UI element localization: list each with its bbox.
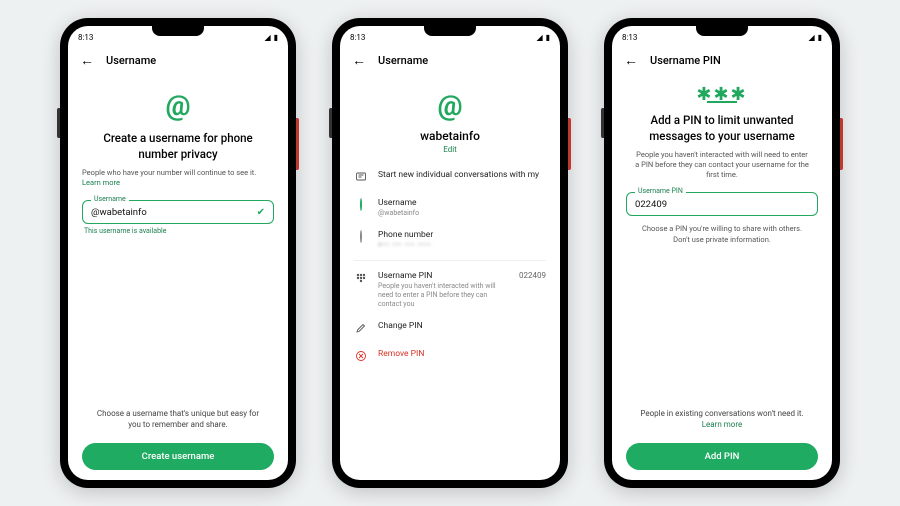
option-sub: +•• ••• ••• •••• xyxy=(378,241,546,250)
option-sub: @wabetainfo xyxy=(378,209,546,218)
divider xyxy=(354,260,546,261)
username-pin-row[interactable]: Username PIN People you haven't interact… xyxy=(354,265,546,315)
page-heading: Add a PIN to limit unwanted messages to … xyxy=(632,113,812,144)
pin-icon: ✱✱✱ xyxy=(626,91,818,103)
battery-icon: ▮ xyxy=(818,33,822,42)
signal-icon: ◢ xyxy=(264,33,270,42)
screen-username-settings: 8:13 ◢ ▮ ← Username @ wabetainfo Edit St… xyxy=(340,26,560,480)
change-pin-row[interactable]: Change PIN xyxy=(354,315,546,343)
at-icon: @ xyxy=(354,87,546,123)
status-time: 8:13 xyxy=(622,33,637,42)
notch xyxy=(152,26,204,36)
chat-icon xyxy=(354,171,368,186)
row-title: Username PIN xyxy=(378,271,509,281)
status-icons: ◢ ▮ xyxy=(536,33,550,42)
option-title: Phone number xyxy=(378,230,546,240)
option-title: Username xyxy=(378,198,546,208)
add-pin-button[interactable]: Add PIN xyxy=(626,443,818,470)
radio-unselected-icon xyxy=(360,230,362,243)
phone-mockup-3: 8:13 ◢ ▮ ← Username PIN ✱✱✱ Add a PIN to… xyxy=(604,18,840,488)
pin-field[interactable]: Username PIN 022409 xyxy=(626,192,818,216)
field-label: Username PIN xyxy=(635,187,686,195)
row-desc: People you haven't interacted with will … xyxy=(378,282,509,309)
appbar-title: Username xyxy=(378,54,428,67)
appbar-title: Username PIN xyxy=(650,54,721,67)
app-bar: ← Username xyxy=(68,46,288,75)
screen-add-pin: 8:13 ◢ ▮ ← Username PIN ✱✱✱ Add a PIN to… xyxy=(612,26,832,480)
section-header-row: Start new individual conversations with … xyxy=(354,164,546,192)
app-bar: ← Username PIN xyxy=(612,46,832,75)
back-button[interactable]: ← xyxy=(352,52,366,69)
content-area: @ wabetainfo Edit Start new individual c… xyxy=(340,75,560,480)
signal-icon: ◢ xyxy=(808,33,814,42)
appbar-title: Username xyxy=(106,54,156,67)
content-area: @ Create a username for phone number pri… xyxy=(68,75,288,480)
at-icon: @ xyxy=(82,87,274,123)
row-title: Change PIN xyxy=(378,321,546,331)
page-subtext: People you haven't interacted with will … xyxy=(634,150,810,180)
status-time: 8:13 xyxy=(78,33,93,42)
battery-icon: ▮ xyxy=(274,33,278,42)
pencil-icon xyxy=(354,322,368,337)
phone-mockup-2: 8:13 ◢ ▮ ← Username @ wabetainfo Edit St… xyxy=(332,18,568,488)
section-title: Start new individual conversations with … xyxy=(378,170,546,180)
notch xyxy=(424,26,476,36)
content-area: ✱✱✱ Add a PIN to limit unwanted messages… xyxy=(612,75,832,480)
screen-create-username: 8:13 ◢ ▮ ← Username @ Create a username … xyxy=(68,26,288,480)
username-input[interactable]: @wabetainfo xyxy=(91,207,147,218)
check-icon: ✔ xyxy=(257,207,265,218)
edit-link[interactable]: Edit xyxy=(354,145,546,154)
remove-pin-row[interactable]: Remove PIN xyxy=(354,343,546,371)
notch xyxy=(696,26,748,36)
keypad-icon xyxy=(354,272,368,287)
option-username[interactable]: Username @wabetainfo xyxy=(354,192,546,224)
learn-more-link[interactable]: Learn more xyxy=(702,420,742,429)
row-title: Remove PIN xyxy=(378,349,546,359)
battery-icon: ▮ xyxy=(546,33,550,42)
status-time: 8:13 xyxy=(350,33,365,42)
status-icons: ◢ ▮ xyxy=(264,33,278,42)
availability-hint: This username is available xyxy=(84,227,272,235)
page-heading: Create a username for phone number priva… xyxy=(88,131,268,162)
phone-mockup-1: 8:13 ◢ ▮ ← Username @ Create a username … xyxy=(60,18,296,488)
footer-note: Choose a username that's unique but easy… xyxy=(90,409,266,431)
choose-note: Choose a PIN you're willing to share wit… xyxy=(634,224,810,244)
pin-value: 022409 xyxy=(519,271,546,280)
footer-note: People in existing conversations won't n… xyxy=(634,409,810,431)
status-icons: ◢ ▮ xyxy=(808,33,822,42)
create-username-button[interactable]: Create username xyxy=(82,443,274,470)
field-label: Username xyxy=(91,195,129,203)
option-phone[interactable]: Phone number +•• ••• ••• •••• xyxy=(354,224,546,256)
pin-input[interactable]: 022409 xyxy=(635,199,667,210)
back-button[interactable]: ← xyxy=(624,52,638,69)
page-subtext: People who have your number will continu… xyxy=(82,168,274,188)
username-field[interactable]: Username @wabetainfo ✔ xyxy=(82,200,274,224)
radio-selected-icon xyxy=(360,198,362,211)
back-button[interactable]: ← xyxy=(80,52,94,69)
app-bar: ← Username xyxy=(340,46,560,75)
remove-icon xyxy=(354,350,368,365)
username-display: wabetainfo xyxy=(354,129,546,143)
learn-more-link[interactable]: Learn more xyxy=(82,178,120,187)
signal-icon: ◢ xyxy=(536,33,542,42)
